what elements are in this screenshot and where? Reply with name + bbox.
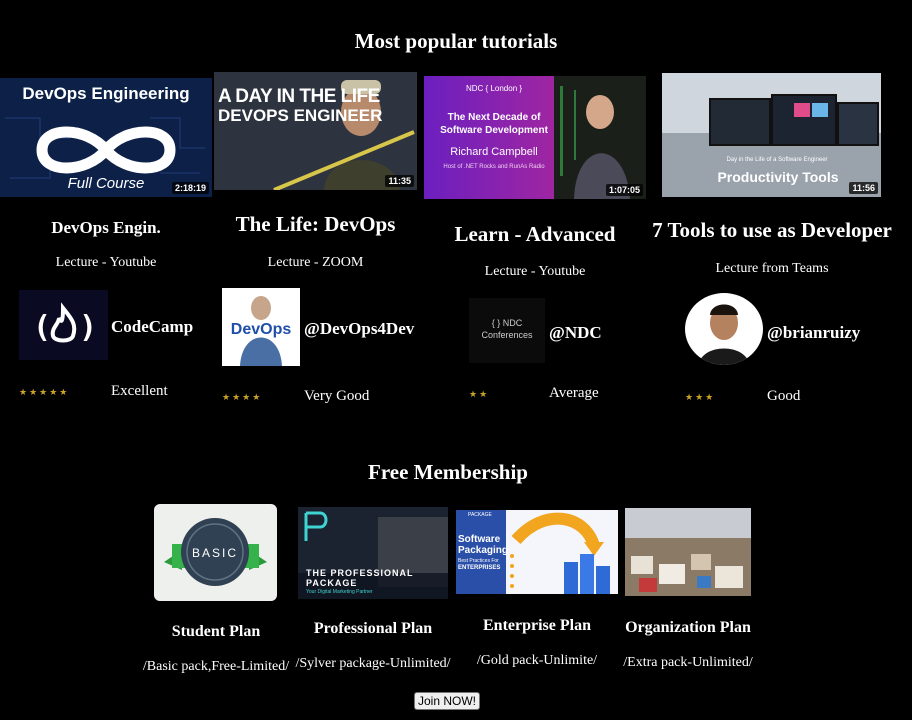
thumb-title: DevOps Engineering [22, 84, 190, 103]
svg-text:BASIC: BASIC [192, 546, 238, 560]
plan-image-organization[interactable] [625, 508, 751, 596]
thumb-title-line2: Software Development [440, 125, 548, 136]
plan-title: Student Plan [171, 623, 261, 640]
img-line1: THE PROFESSIONAL [306, 568, 414, 578]
tutorial-title[interactable]: DevOps Engin. [0, 218, 212, 238]
infinity-icon [36, 126, 176, 174]
plan-title: Professional Plan [313, 620, 433, 637]
duration-badge: 1:07:05 [605, 184, 643, 196]
plan-image-professional[interactable]: THE PROFESSIONAL PACKAGE Your Digital Ma… [298, 507, 448, 599]
thumb-tag: NDC { London } [466, 84, 523, 93]
star-rating-icon: ★★★★★ [19, 387, 70, 397]
tutorial-source: Lecture - Youtube [55, 255, 157, 270]
avatar: ( ) [19, 290, 108, 360]
duration-badge: 11:56 [849, 182, 878, 194]
star-rating-icon: ★★★★ [222, 392, 263, 402]
avatar: { } NDC Conferences [469, 298, 545, 363]
tutorial-title[interactable]: The Life: DevOps [214, 212, 417, 237]
img-line4: ENTERPRISES [458, 565, 501, 571]
channel-handle[interactable]: CodeCamp [111, 317, 193, 337]
svg-text:): ) [79, 310, 97, 345]
tutorial-source: Lecture - ZOOM [267, 255, 364, 270]
devops-avatar-art: DevOps [231, 296, 292, 366]
tutorial-thumbnail-devops[interactable]: DevOps Engineering Full Course 2:18:19 [0, 78, 212, 197]
membership-heading: Free Membership [368, 460, 528, 484]
img-brand: PACKAGE [468, 512, 492, 518]
rating-label: Very Good [304, 388, 370, 404]
svg-text:DevOps: DevOps [231, 321, 292, 338]
warehouse-boxes-photo [625, 508, 751, 596]
tutorial-thumbnail-day-in-life[interactable]: A DAY IN THE LIFE DEVOPS ENGINEER 11:35 [214, 72, 417, 190]
tutorial-source: Lecture from Teams [715, 261, 829, 276]
rating-label: Good [767, 388, 801, 404]
avatar-line1: { } NDC [491, 318, 523, 328]
star-rating-icon: ★★★ [685, 392, 716, 402]
img-line3: Your Digital Marketing Partner [306, 589, 373, 595]
rating-label: Excellent [111, 383, 168, 399]
thumb-speaker: Richard Campbell [450, 146, 538, 158]
img-line1: Software [458, 534, 501, 545]
tutorial-title[interactable]: 7 Tools to use as Developer [640, 218, 904, 243]
thumb-caption: Day in the Life of a Software Engineer [726, 157, 828, 163]
avatar [685, 293, 763, 365]
basic-badge-icon: BASIC [164, 518, 267, 586]
channel-handle[interactable]: @brianruizy [767, 323, 860, 343]
plan-title: Enterprise Plan [483, 617, 591, 634]
channel-handle[interactable]: @DevOps4Dev [304, 319, 414, 339]
fire-icon: ( ) [33, 302, 97, 345]
plan-description: /Extra pack-Unlimited/ [623, 655, 753, 670]
channel-handle[interactable]: @NDC [549, 323, 602, 343]
plan-description: /Basic pack,Free-Limited/ [142, 659, 290, 674]
plan-image-enterprise[interactable]: PACKAGE Software Packaging Best Practice… [456, 510, 618, 594]
person-avatar [699, 304, 749, 365]
img-line2: Packaging [458, 545, 509, 556]
avatar-line2: Conferences [481, 330, 533, 340]
svg-text:(: ( [33, 310, 51, 345]
tutorial-title[interactable]: Learn - Advanced [424, 222, 646, 247]
thumb-host: Host of .NET Rocks and RunAs Radio [443, 164, 545, 170]
rating-label: Average [549, 385, 599, 401]
avatar: DevOps [222, 288, 300, 366]
star-rating-icon: ★★ [469, 389, 490, 399]
tutorial-source: Lecture - Youtube [484, 264, 586, 279]
plan-title: Organization Plan [625, 619, 751, 636]
plan-image-student[interactable]: BASIC [154, 504, 277, 601]
thumb-title: Productivity Tools [717, 169, 839, 185]
thumb-title-line2: DEVOPS ENGINEER [218, 106, 383, 125]
img-line2: PACKAGE [306, 578, 358, 588]
thumb-title-line1: The Next Decade of [447, 112, 541, 123]
img-line3: Best Practices For [458, 558, 499, 564]
duration-badge: 11:35 [385, 175, 414, 187]
duration-badge: 2:18:19 [171, 182, 209, 194]
plan-description: /Sylver package-Unlimited/ [295, 656, 451, 671]
speaker-photo [554, 76, 646, 199]
popular-heading: Most popular tutorials [354, 29, 558, 53]
plan-description: /Gold pack-Unlimite/ [476, 653, 598, 668]
tutorial-thumbnail-productivity[interactable]: Day in the Life of a Software Engineer P… [662, 73, 881, 197]
join-now-button[interactable]: Join NOW! [414, 692, 480, 710]
thumb-title-line1: A DAY IN THE LIFE [218, 86, 380, 107]
tutorial-thumbnail-ndc[interactable]: NDC { London } The Next Decade of Softwa… [424, 76, 646, 199]
